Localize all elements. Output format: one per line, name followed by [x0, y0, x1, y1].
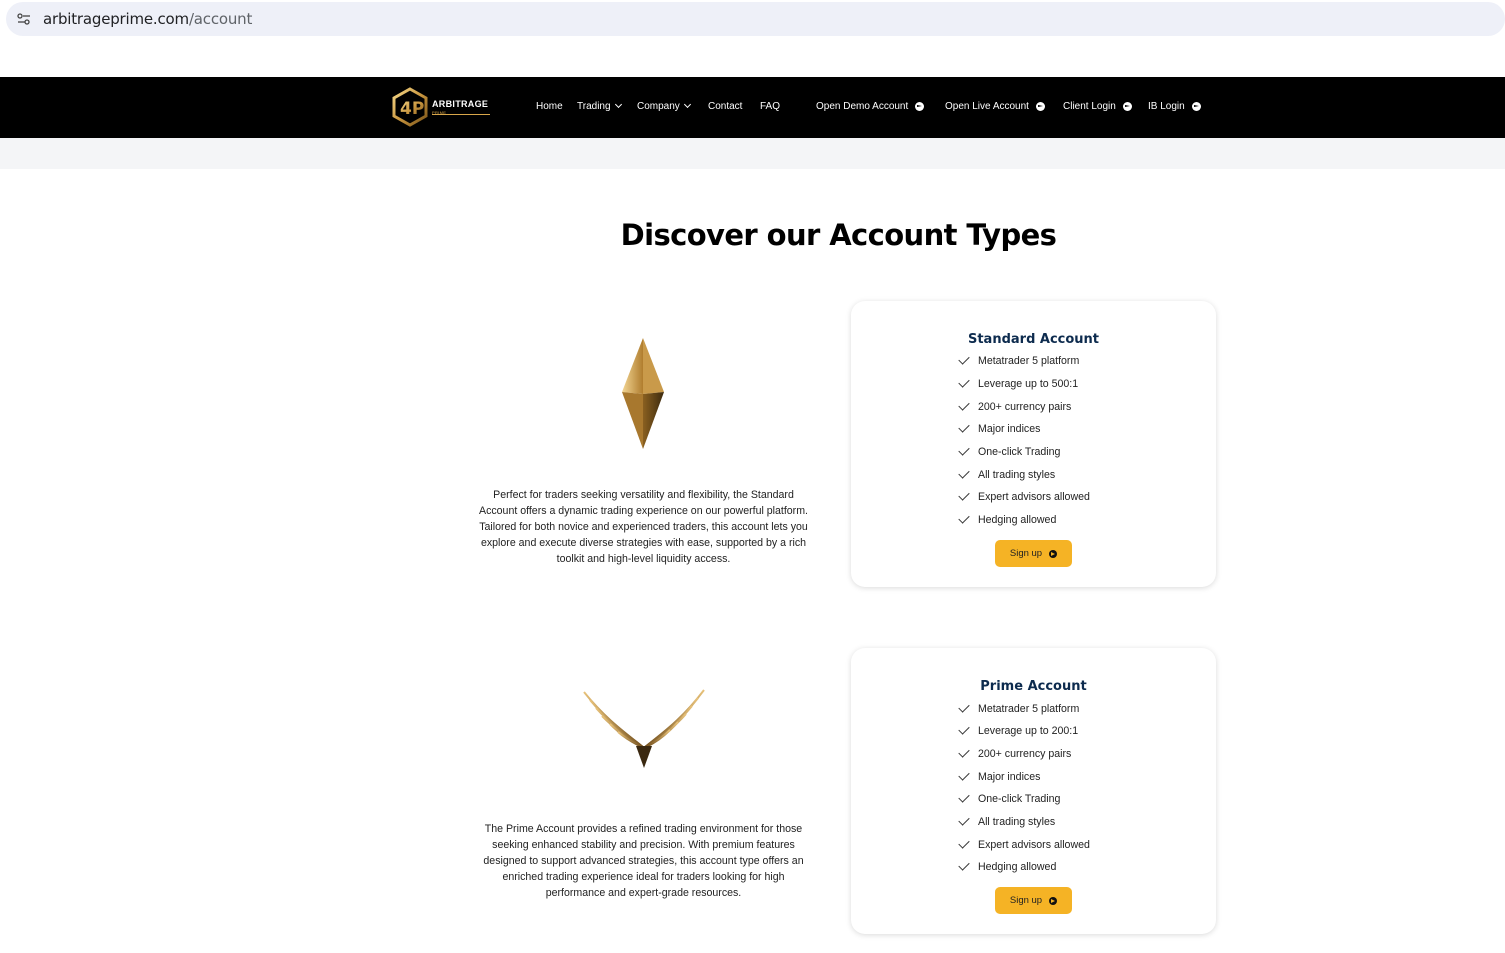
check-icon — [958, 353, 970, 365]
standard-account-title: Standard Account — [967, 332, 1100, 347]
check-icon — [958, 837, 970, 849]
page-title: Discover our Account Types — [620, 218, 1057, 252]
check-icon — [958, 376, 970, 388]
standard-account-card: Standard Account Metatrader 5 platform L… — [851, 301, 1216, 587]
feature-label: Metatrader 5 platform — [978, 355, 1080, 367]
nav-company-label: Company — [637, 101, 680, 112]
feature-label: Hedging allowed — [978, 861, 1057, 873]
check-icon — [958, 489, 970, 501]
feature-label: Major indices — [978, 771, 1041, 783]
ib-login-link[interactable]: IB Login — [1148, 101, 1201, 112]
url-text[interactable]: arbitrageprime.com/account — [43, 10, 252, 28]
chevron-down-icon — [683, 100, 691, 109]
feature-label: Hedging allowed — [978, 514, 1057, 526]
check-icon — [958, 746, 970, 758]
nav-company[interactable]: Company — [637, 100, 691, 112]
feature-label: One-click Trading — [978, 793, 1061, 805]
url-path: /account — [188, 10, 253, 28]
gold-wings-icon — [582, 686, 706, 775]
arrow-right-circle-icon — [1122, 102, 1132, 111]
feature-item: Hedging allowed — [958, 512, 1057, 527]
feature-label: One-click Trading — [978, 446, 1061, 458]
open-demo-account-label: Open Demo Account — [816, 101, 909, 112]
feature-label: All trading styles — [978, 469, 1056, 481]
feature-label: Major indices — [978, 423, 1041, 435]
feature-item: 200+ currency pairs — [958, 399, 1072, 414]
feature-item: Hedging allowed — [958, 859, 1057, 874]
feature-item: Major indices — [958, 421, 1041, 436]
feature-label: Expert advisors allowed — [978, 491, 1090, 503]
feature-item: Metatrader 5 platform — [958, 701, 1080, 716]
chevron-down-icon — [614, 100, 622, 109]
standard-account-description: Perfect for traders seeking versatility … — [479, 489, 808, 565]
feature-label: 200+ currency pairs — [978, 748, 1072, 760]
hero-strip — [0, 138, 1505, 169]
feature-label: Expert advisors allowed — [978, 839, 1090, 851]
arrow-right-circle-icon — [1049, 549, 1058, 558]
feature-label: All trading styles — [978, 816, 1056, 828]
check-icon — [958, 444, 970, 456]
url-domain: arbitrageprime.com — [43, 10, 189, 28]
feature-item: Metatrader 5 platform — [958, 353, 1080, 368]
gold-diamond-icon — [620, 337, 666, 456]
nav-contact[interactable]: Contact — [708, 101, 742, 112]
site-navbar: 4P ARBITRAGE PRIME Home Trading Company … — [0, 77, 1505, 138]
open-live-account-link[interactable]: Open Live Account — [945, 101, 1045, 112]
check-icon — [958, 859, 970, 871]
feature-item: One-click Trading — [958, 791, 1061, 806]
check-icon — [958, 723, 970, 735]
client-login-link[interactable]: Client Login — [1063, 101, 1132, 112]
prime-signup-button[interactable]: Sign up — [995, 887, 1072, 914]
feature-item: Expert advisors allowed — [958, 837, 1090, 852]
feature-label: Leverage up to 200:1 — [978, 725, 1079, 737]
nav-faq[interactable]: FAQ — [760, 101, 780, 112]
feature-item: 200+ currency pairs — [958, 746, 1072, 761]
arrow-right-circle-icon — [1049, 896, 1058, 905]
logo-hexagon-icon: 4P — [392, 87, 428, 127]
feature-label: Leverage up to 500:1 — [978, 378, 1079, 390]
check-icon — [958, 701, 970, 713]
nav-trading-label: Trading — [577, 101, 611, 112]
arrow-right-circle-icon — [1191, 102, 1201, 111]
feature-label: Metatrader 5 platform — [978, 703, 1080, 715]
check-icon — [958, 399, 970, 411]
feature-label: 200+ currency pairs — [978, 401, 1072, 413]
feature-item: Leverage up to 500:1 — [958, 376, 1079, 391]
svg-text:4P: 4P — [400, 99, 424, 119]
feature-item: Leverage up to 200:1 — [958, 723, 1079, 738]
feature-item: All trading styles — [958, 467, 1056, 482]
prime-account-card: Prime Account Metatrader 5 platform Leve… — [851, 648, 1216, 934]
site-logo[interactable]: 4P ARBITRAGE PRIME — [392, 87, 502, 127]
client-login-label: Client Login — [1063, 101, 1116, 112]
check-icon — [958, 814, 970, 826]
signup-label: Sign up — [1009, 548, 1043, 559]
address-bar[interactable]: arbitrageprime.com/account — [6, 2, 1505, 36]
standard-signup-button[interactable]: Sign up — [995, 540, 1072, 567]
prime-account-title: Prime Account — [980, 679, 1087, 694]
site-settings-icon[interactable] — [16, 11, 32, 27]
ib-login-label: IB Login — [1148, 101, 1185, 112]
nav-home[interactable]: Home — [536, 101, 563, 112]
arrow-right-circle-icon — [915, 102, 925, 111]
check-icon — [958, 769, 970, 781]
signup-label: Sign up — [1009, 895, 1043, 906]
check-icon — [958, 467, 970, 479]
prime-account-description: The Prime Account provides a refined tra… — [483, 823, 804, 899]
logo-underline — [432, 114, 490, 115]
arrow-right-circle-icon — [1035, 102, 1045, 111]
logo-wordmark: ARBITRAGE — [432, 99, 489, 109]
feature-item: One-click Trading — [958, 444, 1061, 459]
feature-item: All trading styles — [958, 814, 1056, 829]
feature-item: Expert advisors allowed — [958, 489, 1090, 504]
nav-trading[interactable]: Trading — [577, 100, 622, 112]
check-icon — [958, 421, 970, 433]
feature-item: Major indices — [958, 769, 1041, 784]
open-demo-account-link[interactable]: Open Demo Account — [816, 101, 925, 112]
check-icon — [958, 512, 970, 524]
open-live-account-label: Open Live Account — [945, 101, 1029, 112]
check-icon — [958, 791, 970, 803]
